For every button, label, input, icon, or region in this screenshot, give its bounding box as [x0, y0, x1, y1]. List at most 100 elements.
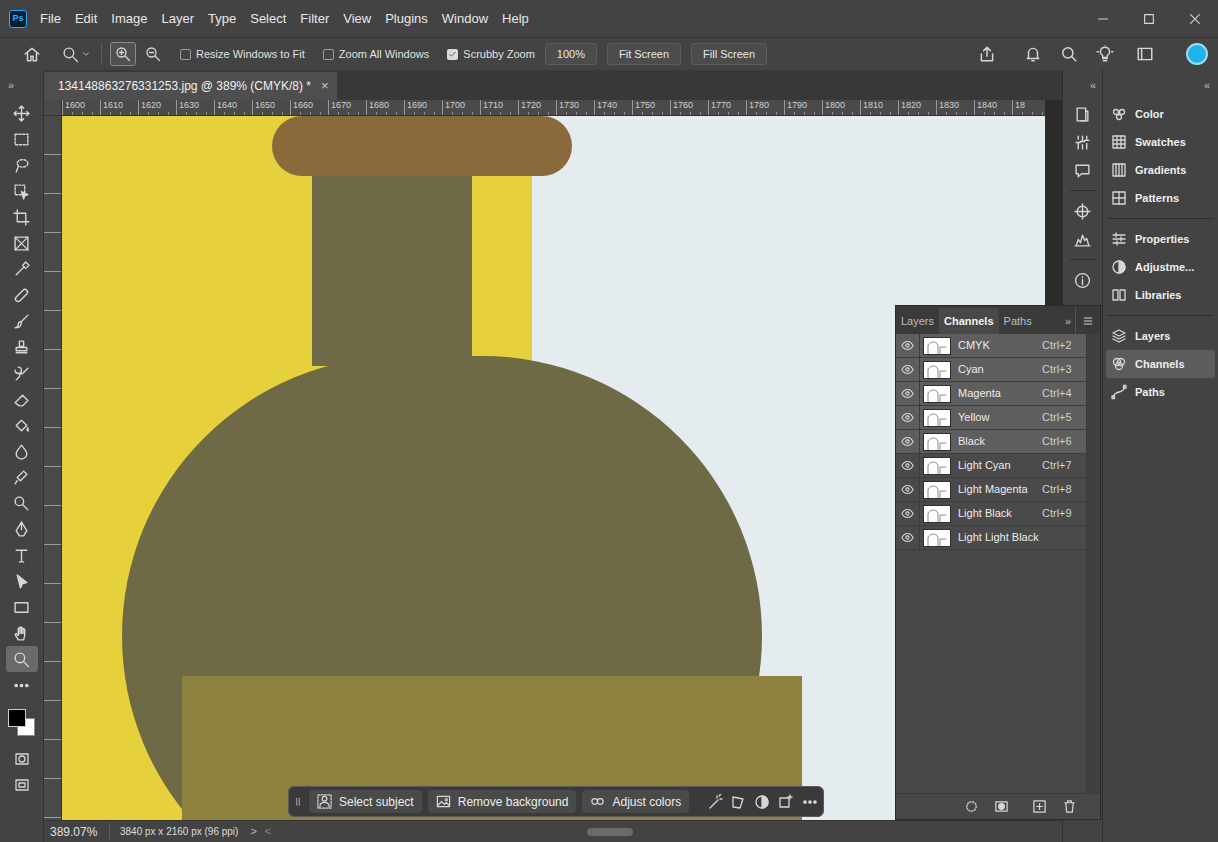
maximize-icon[interactable] — [1126, 0, 1172, 37]
menu-item[interactable]: Image — [104, 9, 154, 29]
properties-icon[interactable] — [1068, 128, 1098, 156]
paint-bucket-tool-icon[interactable] — [6, 412, 38, 438]
workspace-icon[interactable] — [1130, 45, 1160, 63]
menu-item[interactable]: Layer — [155, 9, 202, 29]
save-selection-icon[interactable] — [992, 799, 1010, 814]
panel-dock-item[interactable]: Swatches — [1106, 128, 1215, 156]
collapse-panel-button[interactable]: « — [1103, 70, 1218, 100]
eyedropper-tool-icon[interactable] — [6, 256, 38, 282]
more-options-icon[interactable] — [801, 794, 819, 810]
move-tool-icon[interactable] — [6, 100, 38, 126]
panel-dock-item[interactable]: Paths — [1106, 378, 1215, 406]
lasso-select-icon[interactable] — [729, 794, 747, 810]
path-select-tool-icon[interactable] — [6, 568, 38, 594]
collapse-toolbar-button[interactable]: » — [0, 70, 43, 100]
panel-tab[interactable]: Paths — [999, 308, 1037, 334]
quick-mask-icon[interactable] — [6, 746, 38, 772]
zoom-level[interactable]: 389.07% — [44, 823, 110, 841]
zoom-preset-button[interactable]: 100% — [545, 43, 597, 65]
marquee-tool-icon[interactable] — [6, 126, 38, 152]
minimize-icon[interactable] — [1080, 0, 1126, 37]
status-menu-arrow[interactable]: > — [250, 823, 256, 840]
close-tab-button[interactable]: × — [321, 76, 329, 96]
option-checkbox[interactable]: Zoom All Windows — [323, 46, 429, 63]
navigator-icon[interactable] — [1068, 197, 1098, 225]
visibility-eye-icon[interactable] — [896, 358, 920, 381]
visibility-eye-icon[interactable] — [896, 382, 920, 405]
checkbox[interactable] — [180, 49, 191, 60]
magic-select-icon[interactable] — [707, 794, 723, 810]
scrollbar-thumb[interactable] — [587, 828, 633, 836]
left-ruler[interactable] — [44, 116, 62, 820]
lasso-tool-icon[interactable] — [6, 152, 38, 178]
menu-item[interactable]: View — [336, 9, 378, 29]
crop-tool-icon[interactable] — [6, 204, 38, 230]
visibility-eye-icon[interactable] — [896, 526, 920, 549]
channel-row[interactable]: Light BlackCtrl+9 — [896, 502, 1086, 526]
history-brush-tool-icon[interactable] — [6, 360, 38, 386]
horizontal-scrollbar[interactable] — [277, 826, 837, 838]
visibility-eye-icon[interactable] — [896, 454, 920, 477]
zoom-tool-icon[interactable] — [6, 646, 38, 672]
menu-item[interactable]: Select — [243, 9, 293, 29]
new-channel-icon[interactable] — [1030, 799, 1048, 814]
panel-tab[interactable]: Channels — [939, 308, 999, 334]
channel-row[interactable]: YellowCtrl+5 — [896, 406, 1086, 430]
zoom-preset-button[interactable]: Fill Screen — [691, 43, 767, 65]
menu-item[interactable]: Window — [435, 9, 495, 29]
brush-tool-icon[interactable] — [6, 308, 38, 334]
foreground-color-swatch[interactable] — [8, 709, 26, 727]
panel-dock-item[interactable]: Properties — [1106, 225, 1215, 253]
more-tool-icon[interactable] — [6, 672, 38, 698]
channel-row[interactable]: CMYKCtrl+2 — [896, 334, 1086, 358]
object-select-tool-icon[interactable] — [6, 178, 38, 204]
panel-dock-item[interactable]: Patterns — [1106, 184, 1215, 212]
visibility-eye-icon[interactable] — [896, 478, 920, 501]
visibility-eye-icon[interactable] — [896, 430, 920, 453]
bell-icon[interactable] — [1022, 45, 1044, 63]
home-icon[interactable] — [22, 44, 42, 64]
channel-row[interactable]: Light MagentaCtrl+8 — [896, 478, 1086, 502]
zoom-out-button[interactable] — [140, 42, 166, 66]
panel-dock-item[interactable]: Adjustme... — [1106, 253, 1215, 281]
search-icon[interactable] — [1058, 45, 1080, 63]
contrast-icon[interactable] — [753, 794, 771, 810]
menu-item[interactable]: File — [33, 9, 68, 29]
checkbox[interactable] — [323, 49, 334, 60]
pen-tool-icon[interactable] — [6, 516, 38, 542]
option-checkbox[interactable]: Resize Windows to Fit — [180, 46, 305, 63]
color-swatches[interactable] — [5, 702, 39, 746]
panel-more-button[interactable]: » — [1061, 308, 1075, 334]
option-checkbox[interactable]: Scrubby Zoom — [447, 46, 535, 63]
hand-tool-icon[interactable] — [6, 620, 38, 646]
zoom-in-button[interactable] — [110, 42, 136, 66]
zoom-tool-preset[interactable] — [62, 46, 91, 63]
channel-row[interactable]: BlackCtrl+6 — [896, 430, 1086, 454]
channel-row[interactable]: Light Light Black — [896, 526, 1086, 550]
checkbox[interactable] — [447, 49, 458, 60]
menu-item[interactable]: Edit — [68, 9, 104, 29]
menu-item[interactable]: Filter — [293, 9, 336, 29]
menu-item[interactable]: Plugins — [378, 9, 435, 29]
task-bar-button[interactable]: Adjust colors — [582, 790, 689, 813]
top-ruler[interactable]: 1600161016201630164016501660167016801690… — [62, 100, 1045, 116]
comments-icon[interactable] — [1068, 156, 1098, 184]
lightbulb-icon[interactable] — [1094, 45, 1116, 63]
healing-tool-icon[interactable] — [6, 282, 38, 308]
channel-row[interactable]: MagentaCtrl+4 — [896, 382, 1086, 406]
panel-dock-item[interactable]: Color — [1106, 100, 1215, 128]
panel-tab[interactable]: Layers — [896, 308, 939, 334]
stamp-tool-icon[interactable] — [6, 334, 38, 360]
panel-dock-item[interactable]: Gradients — [1106, 156, 1215, 184]
frame-tool-icon[interactable] — [6, 230, 38, 256]
channel-row[interactable]: Light CyanCtrl+7 — [896, 454, 1086, 478]
task-bar-button[interactable]: Remove background — [428, 790, 577, 813]
user-avatar-icon[interactable] — [1186, 43, 1208, 65]
task-bar-button[interactable]: Select subject — [309, 790, 422, 813]
menu-item[interactable]: Help — [495, 9, 536, 29]
blur-tool-icon[interactable] — [6, 438, 38, 464]
share-icon[interactable] — [976, 45, 998, 63]
panel-dock-item[interactable]: Channels — [1106, 350, 1215, 378]
scroll-left-button[interactable]: < — [265, 823, 271, 840]
visibility-eye-icon[interactable] — [896, 502, 920, 525]
